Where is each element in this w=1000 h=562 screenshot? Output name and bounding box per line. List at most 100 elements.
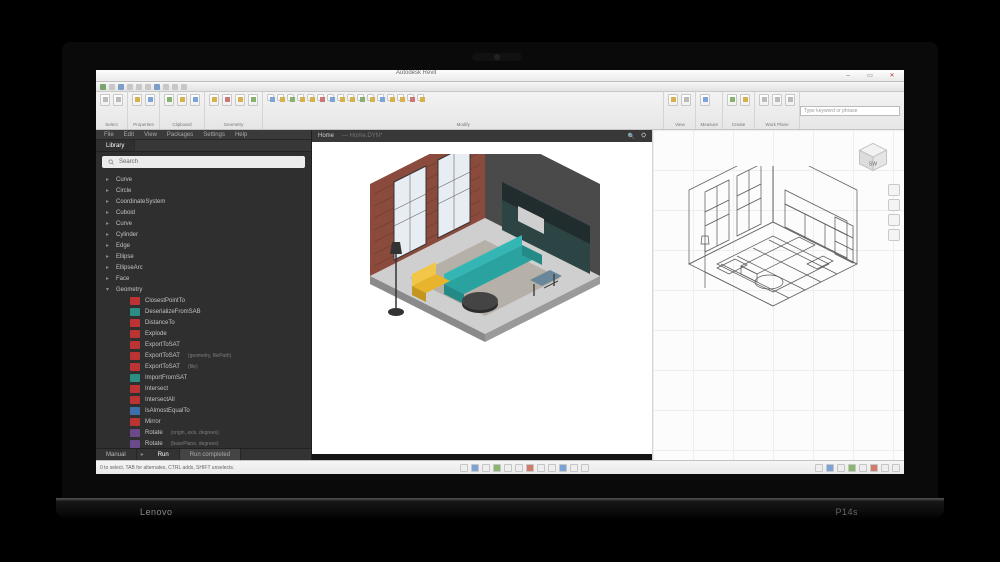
tree-node[interactable]: ExportToSAT xyxy=(96,339,311,350)
status-icon[interactable] xyxy=(471,464,479,472)
status-icon[interactable] xyxy=(570,464,578,472)
nav-wheel-icon[interactable] xyxy=(888,184,900,196)
ribbon-button[interactable] xyxy=(235,94,245,106)
status-icon[interactable] xyxy=(815,464,823,472)
ribbon-button[interactable] xyxy=(100,94,110,106)
tree-node[interactable]: ▸Cylinder xyxy=(96,229,311,240)
ribbon-button[interactable] xyxy=(267,94,274,101)
nav-zoom-icon[interactable] xyxy=(888,214,900,226)
ribbon-button[interactable] xyxy=(317,94,324,101)
tree-node[interactable]: ▸Cuboid xyxy=(96,207,311,218)
qat-icon[interactable] xyxy=(100,84,106,90)
ribbon-button[interactable] xyxy=(387,94,394,101)
tree-node[interactable]: IsAlmostEqualTo xyxy=(96,405,311,416)
dynamo-canvas[interactable]: Home — Home.DYN* 🔍 ⛭ xyxy=(312,130,652,460)
ribbon-button[interactable] xyxy=(347,94,354,101)
status-icon[interactable] xyxy=(892,464,900,472)
ribbon-button[interactable] xyxy=(668,94,678,106)
ribbon-button[interactable] xyxy=(367,94,374,101)
status-icon[interactable] xyxy=(837,464,845,472)
tree-node[interactable]: ▾Geometry xyxy=(96,284,311,295)
status-icon[interactable] xyxy=(859,464,867,472)
ribbon-button[interactable] xyxy=(772,94,782,106)
menu-item[interactable]: File xyxy=(104,132,114,138)
window-minimize-button[interactable]: – xyxy=(840,72,856,80)
library-search-input[interactable]: Search xyxy=(102,156,305,168)
ribbon-search-input[interactable]: Type keyword or phrase xyxy=(800,106,900,116)
menu-item[interactable]: Settings xyxy=(203,132,225,138)
ribbon-button[interactable] xyxy=(417,94,424,101)
tree-node[interactable]: ▸Face xyxy=(96,273,311,284)
tree-node[interactable]: Mirror xyxy=(96,416,311,427)
tree-node[interactable]: ▸Ellipse xyxy=(96,251,311,262)
tree-node[interactable]: ExportToSAT(file) xyxy=(96,361,311,372)
tree-node[interactable]: IntersectAll xyxy=(96,394,311,405)
canvas-zoom-icon[interactable]: 🔍 xyxy=(628,133,635,140)
tree-node[interactable]: ▸EllipseArc xyxy=(96,262,311,273)
status-icon[interactable] xyxy=(581,464,589,472)
tree-node[interactable]: ▸Curve xyxy=(96,218,311,229)
ribbon-button[interactable] xyxy=(287,94,294,101)
qat-icon[interactable] xyxy=(145,84,151,90)
menu-item[interactable]: Help xyxy=(235,132,247,138)
qat-icon[interactable] xyxy=(154,84,160,90)
qat-icon[interactable] xyxy=(172,84,178,90)
ribbon-button[interactable] xyxy=(190,94,200,106)
ribbon-button[interactable] xyxy=(177,94,187,106)
status-icon[interactable] xyxy=(515,464,523,472)
ribbon-button[interactable] xyxy=(681,94,691,106)
menu-item[interactable]: Packages xyxy=(167,132,193,138)
status-icon[interactable] xyxy=(482,464,490,472)
ribbon-button[interactable] xyxy=(248,94,258,106)
menu-item[interactable]: Edit xyxy=(124,132,134,138)
status-icon[interactable] xyxy=(559,464,567,472)
canvas-viewport[interactable] xyxy=(312,142,652,460)
menu-item[interactable]: View xyxy=(144,132,157,138)
qat-icon[interactable] xyxy=(118,84,124,90)
ribbon-button[interactable] xyxy=(759,94,769,106)
tree-node[interactable]: ▸Edge xyxy=(96,240,311,251)
ribbon-button[interactable] xyxy=(727,94,737,106)
status-icon[interactable] xyxy=(526,464,534,472)
status-icon[interactable] xyxy=(504,464,512,472)
ribbon-button[interactable] xyxy=(113,94,123,106)
ribbon-button[interactable] xyxy=(145,94,155,106)
tree-node[interactable]: Intersect xyxy=(96,383,311,394)
ribbon-button[interactable] xyxy=(337,94,344,101)
ribbon-button[interactable] xyxy=(222,94,232,106)
tree-node[interactable]: DeserializeFromSAB xyxy=(96,306,311,317)
tree-node[interactable]: ▸CoordinateSystem xyxy=(96,196,311,207)
revit-3d-view[interactable]: SW xyxy=(652,130,904,460)
tree-node[interactable]: Explode xyxy=(96,328,311,339)
nav-orbit-icon[interactable] xyxy=(888,229,900,241)
status-icon[interactable] xyxy=(848,464,856,472)
tree-node[interactable]: Rotate(origin, axis, degrees) xyxy=(96,427,311,438)
status-icon[interactable] xyxy=(548,464,556,472)
footer-tab-manual[interactable]: Manual xyxy=(96,449,137,460)
status-icon[interactable] xyxy=(460,464,468,472)
status-icon[interactable] xyxy=(826,464,834,472)
qat-icon[interactable] xyxy=(109,84,115,90)
ribbon-button[interactable] xyxy=(297,94,304,101)
qat-icon[interactable] xyxy=(127,84,133,90)
window-maximize-button[interactable]: ▭ xyxy=(862,72,878,80)
tree-node[interactable]: ImportFromSAT xyxy=(96,372,311,383)
status-icon[interactable] xyxy=(493,464,501,472)
ribbon-button[interactable] xyxy=(132,94,142,106)
tree-node[interactable]: ClosestPointTo xyxy=(96,295,311,306)
nav-pan-icon[interactable] xyxy=(888,199,900,211)
tree-node[interactable]: ExportToSAT(geometry, filePath) xyxy=(96,350,311,361)
tree-node[interactable]: ▸Circle xyxy=(96,185,311,196)
qat-icon[interactable] xyxy=(163,84,169,90)
ribbon-button[interactable] xyxy=(740,94,750,106)
ribbon-button[interactable] xyxy=(407,94,414,101)
tree-node[interactable]: DistanceTo xyxy=(96,317,311,328)
run-button[interactable]: Run xyxy=(148,449,180,460)
ribbon-button[interactable] xyxy=(327,94,334,101)
status-icon[interactable] xyxy=(881,464,889,472)
qat-icon[interactable] xyxy=(181,84,187,90)
window-close-button[interactable]: ✕ xyxy=(884,72,900,80)
ribbon-button[interactable] xyxy=(164,94,174,106)
tree-node[interactable]: ▸Curve xyxy=(96,174,311,185)
ribbon-button[interactable] xyxy=(307,94,314,101)
